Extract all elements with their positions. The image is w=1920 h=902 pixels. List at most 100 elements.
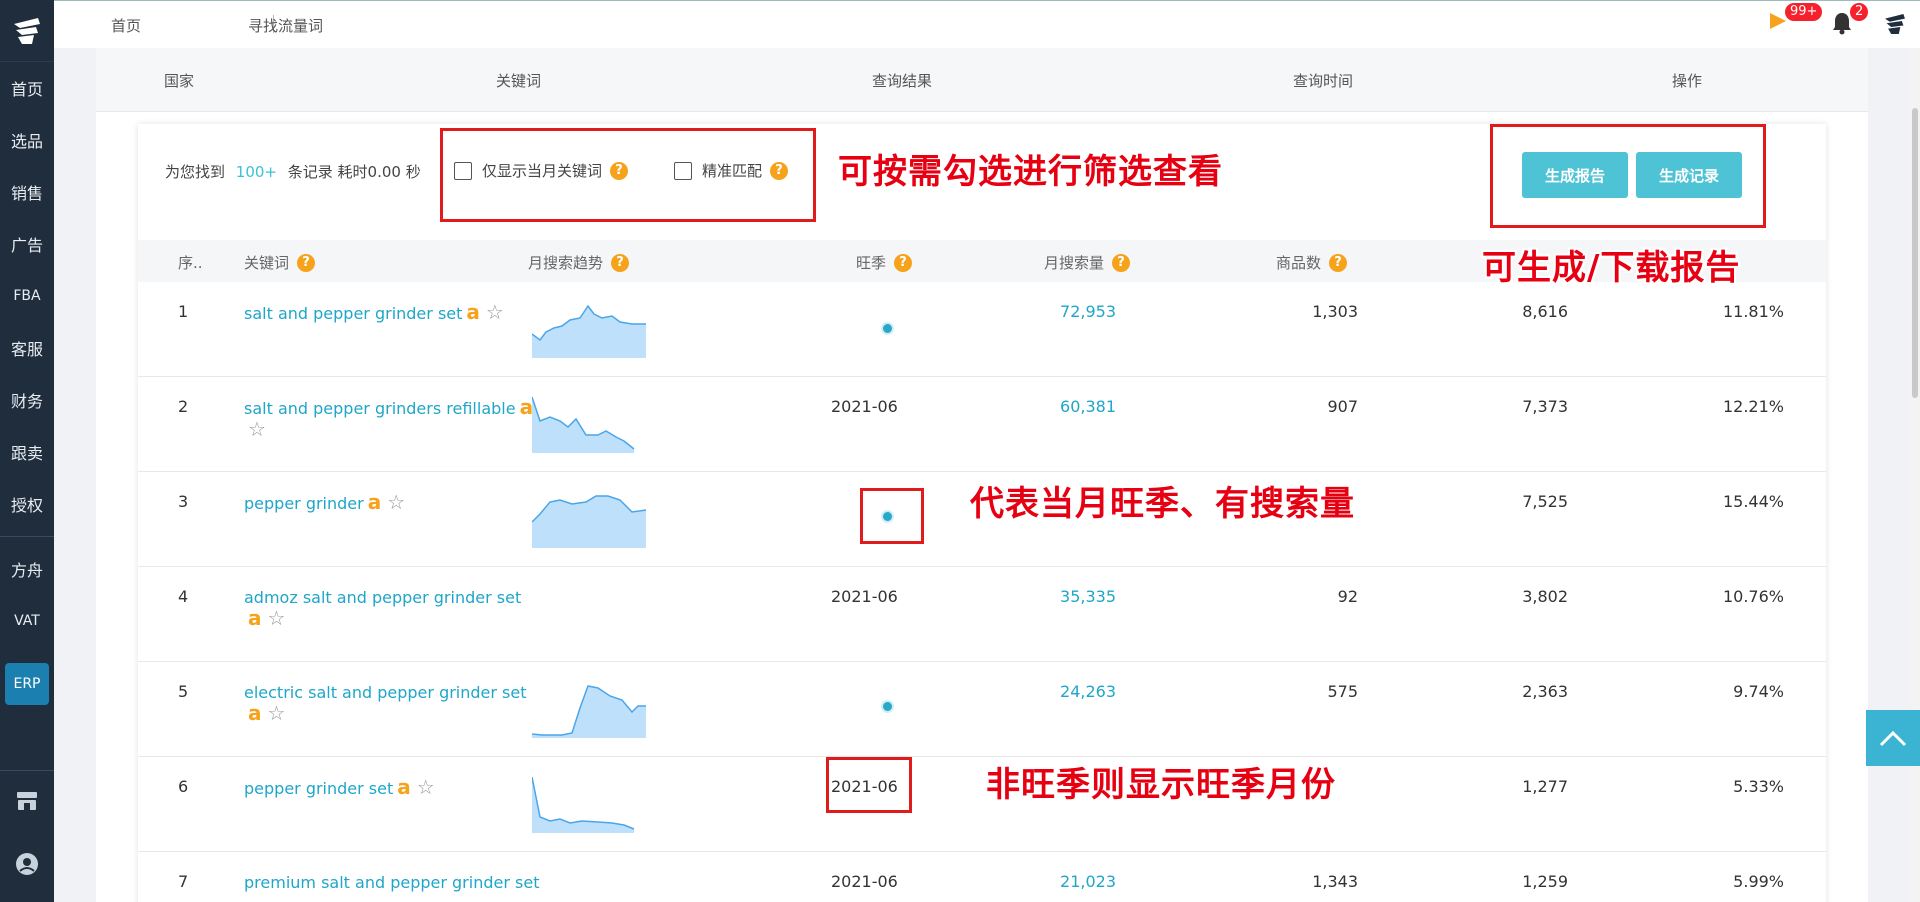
star-icon[interactable]: ☆ — [268, 606, 286, 630]
volume-cell[interactable]: 24,263 — [1018, 682, 1116, 701]
row-index: 6 — [178, 777, 189, 796]
chevron-up-icon — [1879, 730, 1907, 747]
sidebar-item-erp[interactable]: ERP — [5, 663, 49, 705]
keyword-cell[interactable]: salt and pepper grinders refillable a ☆ — [244, 397, 536, 441]
help-icon[interactable]: ? — [611, 253, 630, 272]
volume-cell[interactable]: 21,023 — [1018, 872, 1116, 891]
breadcrumb-home[interactable]: 首页 — [111, 15, 141, 36]
sidebar-item-sales[interactable]: 销售 — [0, 166, 54, 218]
star-icon[interactable]: ☆ — [268, 701, 286, 725]
results-card: 为您找到 100+ 条记录 耗时0.00 秒 仅显示当月关键词 ? 精准匹配 ?… — [138, 124, 1826, 902]
col7-cell: 1,277 — [1522, 777, 1568, 796]
help-icon[interactable]: ? — [894, 253, 913, 272]
col7-cell: 2,363 — [1522, 682, 1568, 701]
col8-cell: 5.33% — [1733, 777, 1784, 796]
result-count: 100+ — [235, 163, 277, 181]
table-row[interactable]: 4 admoz salt and pepper grinder set a ☆ 20… — [138, 567, 1826, 662]
help-icon[interactable]: ? — [1112, 253, 1131, 272]
help-icon[interactable]: ? — [297, 253, 316, 272]
keyword-cell[interactable]: pepper grinder set a ☆ — [244, 777, 504, 799]
keyword-cell[interactable]: premium salt and pepper grinder set — [244, 872, 564, 893]
logo-icon — [14, 17, 40, 44]
row-index: 2 — [178, 397, 189, 416]
sidebar-divider — [0, 536, 54, 537]
trend-sparkline — [532, 495, 647, 548]
col8-cell: 9.74% — [1733, 682, 1784, 701]
table-row[interactable]: 1 salt and pepper grinder set a ☆ 72,953 1… — [138, 282, 1826, 377]
sidebar-item-ark[interactable]: 方舟 — [0, 543, 54, 595]
th-volume[interactable]: 月搜索量? — [1044, 252, 1131, 273]
back-to-top-button[interactable] — [1866, 710, 1920, 766]
amazon-icon[interactable]: a — [397, 775, 411, 799]
col8-cell: 11.81% — [1722, 302, 1784, 321]
table-row[interactable]: 6 pepper grinder set a ☆ 2021-06 非旺季则显示旺季月… — [138, 757, 1826, 852]
trend-sparkline — [532, 396, 635, 453]
notification-badge: 99+ — [1785, 3, 1823, 21]
star-icon[interactable]: ☆ — [387, 490, 405, 514]
table-row[interactable]: 7 premium salt and pepper grinder set 20… — [138, 852, 1826, 902]
season-cell: 2021-06 — [831, 587, 898, 606]
sidebar-item-auth[interactable]: 授权 — [0, 478, 54, 530]
nonpeak-annotation: 非旺季则显示旺季月份 — [986, 765, 1336, 805]
th-keyword[interactable]: 关键词? — [244, 252, 316, 273]
col8-cell: 5.99% — [1733, 872, 1784, 891]
help-icon[interactable]: ? — [1329, 253, 1348, 272]
th-index[interactable]: 序.. — [178, 252, 203, 273]
result-summary: 为您找到 100+ 条记录 耗时0.00 秒 — [165, 161, 421, 182]
col7-cell: 7,373 — [1522, 397, 1568, 416]
keyword-cell[interactable]: admoz salt and pepper grinder set a ☆ — [244, 587, 536, 630]
filter-annotation-box — [440, 128, 816, 222]
user-circle-icon[interactable] — [0, 852, 54, 876]
logo[interactable] — [0, 0, 54, 62]
store-icon[interactable] — [0, 790, 54, 812]
history-col-action: 操作 — [1672, 72, 1703, 90]
summary-suffix: 条记录 耗时0.00 秒 — [287, 163, 421, 181]
products-cell: 575 — [1327, 682, 1358, 701]
volume-cell[interactable]: 35,335 — [1018, 587, 1116, 606]
history-col-keyword: 关键词 — [496, 72, 542, 90]
page-scrollbar[interactable] — [1910, 48, 1920, 902]
amazon-icon[interactable]: a — [466, 300, 480, 324]
avatar[interactable] — [1882, 11, 1908, 41]
star-icon[interactable]: ☆ — [417, 775, 435, 799]
table-row[interactable]: 3 pepper grinder a ☆ 代表当月旺季、有搜索量 7,525 15.… — [138, 472, 1826, 567]
sidebar-item-vat[interactable]: VAT — [0, 595, 54, 647]
trend-sparkline — [532, 776, 635, 833]
amazon-icon[interactable]: a — [248, 606, 262, 630]
nonpeak-annotation-box — [826, 757, 912, 813]
th-season[interactable]: 旺季? — [856, 252, 913, 273]
sidebar-item-fba[interactable]: FBA — [0, 270, 54, 322]
col7-cell: 7,525 — [1522, 492, 1568, 511]
keyword-cell[interactable]: pepper grinder a ☆ — [244, 492, 504, 514]
season-cell: 2021-06 — [831, 872, 898, 891]
col8-cell: 10.76% — [1722, 587, 1784, 606]
sidebar-item-ads[interactable]: 广告 — [0, 218, 54, 270]
sidebar-item-service[interactable]: 客服 — [0, 322, 54, 374]
table-row[interactable]: 2 salt and pepper grinders refillable a ☆ … — [138, 377, 1826, 472]
sidebar-item-follow[interactable]: 跟卖 — [0, 426, 54, 478]
star-icon[interactable]: ☆ — [248, 417, 266, 441]
sidebar-item-finance[interactable]: 财务 — [0, 374, 54, 426]
keyword-cell[interactable]: electric salt and pepper grinder set a ☆ — [244, 682, 536, 725]
th-products[interactable]: 商品数? — [1276, 252, 1348, 273]
amazon-icon[interactable]: a — [368, 490, 382, 514]
row-index: 3 — [178, 492, 189, 511]
th-trend[interactable]: 月搜索趋势? — [528, 252, 630, 273]
volume-cell[interactable]: 72,953 — [1018, 302, 1116, 321]
volume-cell[interactable]: 60,381 — [1018, 397, 1116, 416]
peak-season-dot — [881, 700, 894, 713]
sidebar-item-selection[interactable]: 选品 — [0, 114, 54, 166]
scrollbar-thumb[interactable] — [1912, 108, 1918, 398]
sidebar-item-home[interactable]: 首页 — [0, 62, 54, 114]
season-cell: 2021-06 — [831, 397, 898, 416]
peak-season-dot — [881, 322, 894, 335]
amazon-icon[interactable]: a — [248, 701, 262, 725]
summary-prefix: 为您找到 — [165, 163, 226, 181]
table-row[interactable]: 5 electric salt and pepper grinder set a ☆… — [138, 662, 1826, 757]
star-icon[interactable]: ☆ — [486, 300, 504, 324]
keyword-cell[interactable]: salt and pepper grinder set a ☆ — [244, 302, 504, 324]
trend-sparkline — [532, 304, 646, 358]
col8-cell: 15.44% — [1722, 492, 1784, 511]
breadcrumb-current[interactable]: 寻找流量词 — [248, 15, 323, 36]
row-index: 5 — [178, 682, 189, 701]
